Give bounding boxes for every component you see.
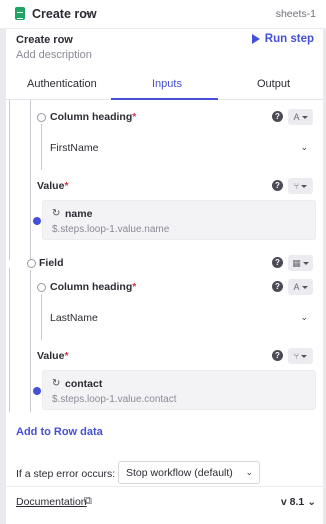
value-reference-path: $.steps.loop-1.value.name: [52, 224, 170, 235]
value-reference-box[interactable]: ↻ name $.steps.loop-1.value.name: [42, 200, 316, 240]
help-icon[interactable]: ?: [272, 350, 283, 361]
caret-down-icon: [302, 261, 309, 265]
loop-icon: ↻: [52, 378, 61, 389]
value-reference-name: name: [65, 208, 93, 220]
help-icon[interactable]: ?: [272, 111, 283, 122]
value-type-button[interactable]: ⑂: [288, 178, 313, 194]
run-step-label: Run step: [264, 33, 314, 45]
tree-line: [9, 100, 10, 260]
chevron-down-icon: ⌄: [300, 312, 308, 322]
chevron-down-icon: ⌄: [307, 496, 316, 508]
run-step-button[interactable]: Run step: [251, 33, 314, 45]
tree-line: [41, 294, 42, 340]
caret-down-icon: [301, 285, 308, 289]
tab-output[interactable]: Output: [257, 78, 290, 90]
error-handling-select[interactable]: Stop workflow (default) ⌄: [118, 461, 260, 484]
footer: Documentation ⧉ v 8.1 ⌄: [0, 486, 326, 524]
table-icon: ▦: [292, 257, 301, 268]
value-label: Value*: [37, 350, 69, 362]
tab-authentication[interactable]: Authentication: [27, 78, 97, 90]
tree-line: [41, 124, 42, 170]
step-id: sheets-1: [275, 8, 316, 20]
google-sheets-icon: [15, 7, 25, 20]
loop-icon: ↻: [52, 208, 61, 219]
step-name[interactable]: Create row: [16, 34, 73, 46]
documentation-link[interactable]: Documentation: [16, 496, 87, 508]
value-connector-dot: [33, 217, 41, 225]
branch-icon: ⑂: [293, 351, 300, 361]
value-type-button[interactable]: ⑂: [288, 348, 313, 364]
add-to-row-data-link[interactable]: Add to Row data: [16, 426, 103, 438]
column-heading-select[interactable]: FirstName ⌄: [44, 135, 314, 163]
field-label: Field: [39, 257, 64, 269]
tab-bar: Authentication Inputs Output: [6, 70, 323, 100]
caret-down-icon: [301, 354, 308, 358]
text-type-icon: A: [293, 112, 300, 122]
value-reference-name: contact: [65, 378, 103, 390]
column-heading-label: Column heading*: [50, 111, 137, 123]
tab-inputs[interactable]: Inputs: [152, 78, 182, 90]
caret-down-icon: [301, 115, 308, 119]
column-heading-radio[interactable]: [37, 283, 46, 292]
field-radio[interactable]: [27, 259, 36, 268]
version-selector[interactable]: v 8.1 ⌄: [281, 496, 316, 508]
external-link-icon[interactable]: ⧉: [84, 495, 92, 508]
help-icon[interactable]: ?: [272, 257, 283, 268]
text-type-icon: A: [293, 282, 300, 292]
error-handling-label: If a step error occurs:: [16, 468, 116, 480]
value-reference-box[interactable]: ↻ contact $.steps.loop-1.value.contact: [42, 370, 316, 410]
value-reference-path: $.steps.loop-1.value.contact: [52, 394, 177, 405]
tree-line: [30, 108, 31, 260]
tree-line: [30, 100, 31, 108]
value-label: Value*: [37, 180, 69, 192]
table-type-button[interactable]: ▦: [288, 255, 313, 271]
tree-line: [30, 270, 31, 412]
description-field[interactable]: Add description: [16, 49, 92, 61]
column-heading-value: LastName: [50, 312, 98, 324]
column-heading-radio[interactable]: [37, 113, 46, 122]
column-heading-select[interactable]: LastName ⌄: [44, 305, 314, 333]
top-bar: Create row ⌄ sheets-1: [0, 0, 326, 29]
tree-line: [9, 268, 10, 412]
chevron-down-icon[interactable]: ⌄: [84, 7, 92, 18]
value-connector-dot: [33, 387, 41, 395]
help-icon[interactable]: ?: [272, 281, 283, 292]
chevron-down-icon: ⌄: [300, 142, 308, 152]
caret-down-icon: [301, 184, 308, 188]
text-type-button[interactable]: A: [288, 279, 313, 295]
column-heading-value: FirstName: [50, 142, 99, 154]
chevron-down-icon: ⌄: [245, 467, 253, 477]
inputs-panel: Column heading* ? A FirstName ⌄ Value* ?…: [6, 100, 323, 412]
play-icon: [251, 34, 260, 44]
branch-icon: ⑂: [293, 181, 300, 191]
error-handling-value: Stop workflow (default): [126, 467, 233, 479]
help-icon[interactable]: ?: [272, 180, 283, 191]
column-heading-label: Column heading*: [50, 281, 137, 293]
text-type-button[interactable]: A: [288, 109, 313, 125]
